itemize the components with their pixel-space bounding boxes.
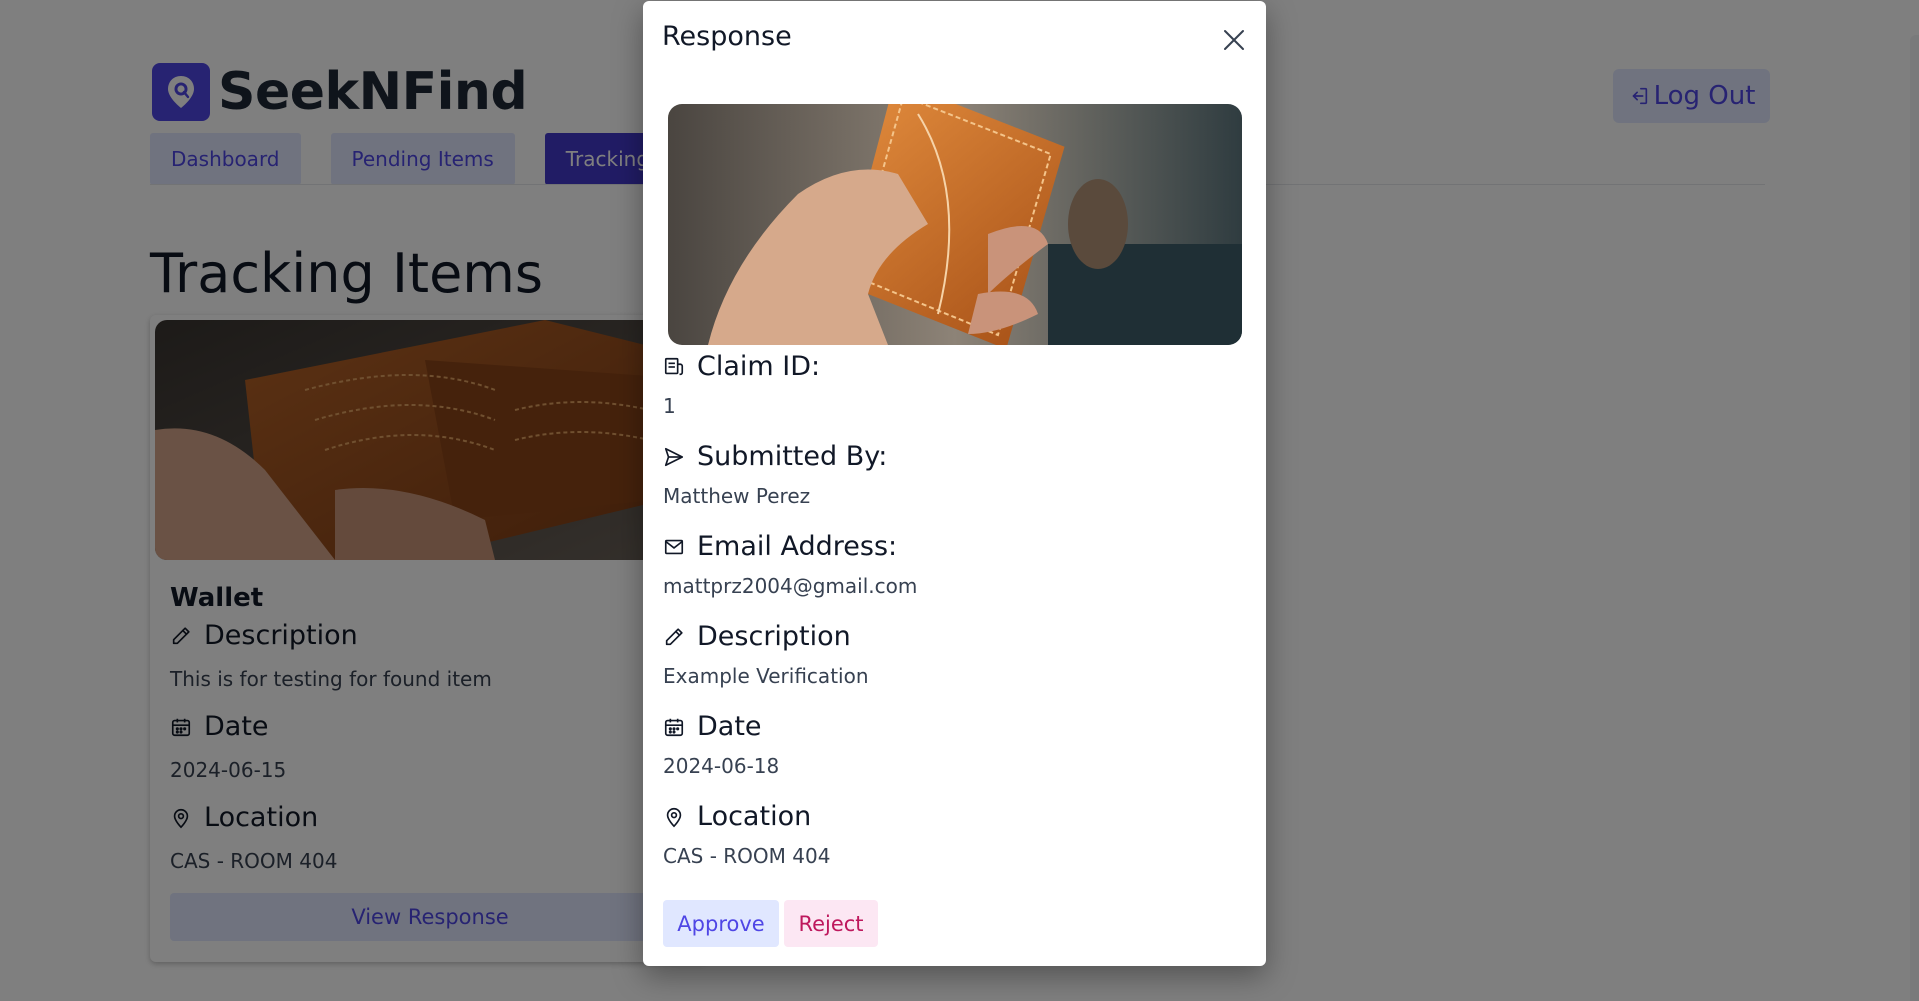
reject-button[interactable]: Reject xyxy=(784,900,878,947)
modal-description-label: Description xyxy=(697,621,851,652)
modal-location-heading: Location xyxy=(663,801,811,832)
email-label: Email Address: xyxy=(697,531,898,562)
modal-date-value: 2024-06-18 xyxy=(663,754,780,778)
email-value: mattprz2004@gmail.com xyxy=(663,574,918,598)
close-button[interactable] xyxy=(1220,26,1248,54)
send-icon xyxy=(664,447,684,466)
modal-location-value: CAS - ROOM 404 xyxy=(663,844,831,868)
pencil-icon xyxy=(665,627,683,645)
approve-button[interactable]: Approve xyxy=(663,900,779,947)
modal-title: Response xyxy=(662,21,792,52)
claim-id-heading: Claim ID: xyxy=(663,351,820,382)
map-pin-icon xyxy=(666,807,682,827)
modal-description-value: Example Verification xyxy=(663,664,869,688)
modal-location-label: Location xyxy=(697,801,812,832)
submitted-by-value: Matthew Perez xyxy=(663,484,811,508)
claim-id-value: 1 xyxy=(663,394,676,418)
modal-description-heading: Description xyxy=(663,621,851,652)
mail-icon xyxy=(664,539,684,554)
viewport: SeekNFind Log Out Dashboard Pending Item… xyxy=(0,0,1919,1001)
calendar-icon xyxy=(664,718,684,736)
modal-date-label: Date xyxy=(697,711,762,742)
response-modal: Response Claim ID: 1 Submitted By: Matth… xyxy=(643,1,1266,966)
email-heading: Email Address: xyxy=(663,531,897,562)
claim-image xyxy=(668,104,1242,345)
modal-date-heading: Date xyxy=(663,711,762,742)
receipt-icon xyxy=(664,357,684,375)
close-icon xyxy=(1224,30,1244,50)
claim-id-label: Claim ID: xyxy=(697,351,821,382)
submitted-by-label: Submitted By: xyxy=(697,441,888,472)
submitted-by-heading: Submitted By: xyxy=(663,441,887,472)
